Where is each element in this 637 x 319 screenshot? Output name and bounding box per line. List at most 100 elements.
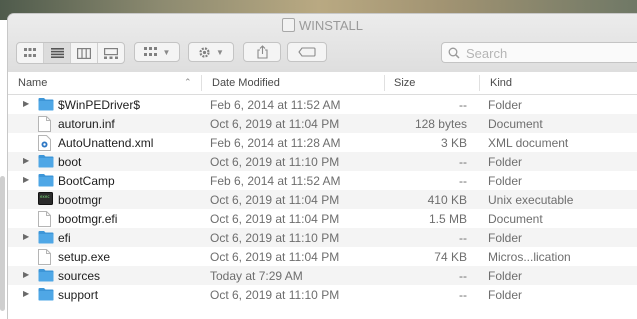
file-row[interactable]: ▶ support Oct 6, 2019 at 11:10 PM -- Folder [8,285,637,304]
gallery-view-button[interactable] [98,43,124,63]
toolbar: WINSTALL ▼ ▼ Search [8,14,637,73]
file-date-modified: Oct 6, 2019 at 11:04 PM [210,117,340,131]
file-row[interactable]: ▶ boot Oct 6, 2019 at 11:10 PM -- Folder [8,152,637,171]
file-size: 128 bytes [414,117,467,131]
tag-button[interactable] [287,42,327,62]
file-size: 1.5 MB [428,212,467,226]
disclosure-triangle-icon[interactable]: ▶ [23,270,29,279]
file-name: BootCamp [58,174,115,188]
file-row[interactable]: bootmgr.efi Oct 6, 2019 at 11:04 PM 1.5 MB… [8,209,637,228]
folder-icon [38,287,54,304]
search-icon [448,47,460,59]
file-name: boot [58,155,82,169]
file-kind: Folder [488,269,523,283]
disclosure-triangle-icon[interactable]: ▶ [23,99,29,108]
group-by-button[interactable]: ▼ [134,42,180,62]
column-name-header[interactable]: Name [18,77,47,89]
search-placeholder: Search [466,46,508,61]
file-size: 74 KB [434,250,467,264]
file-kind: Folder [488,231,523,245]
column-view-icon [77,47,91,59]
disclosure-triangle-icon[interactable]: ▶ [23,156,29,165]
file-name: sources [58,269,101,283]
file-kind: XML document [488,136,569,150]
file-name: efi [58,231,71,245]
group-by-icon [143,46,157,56]
file-date-modified: Feb 6, 2014 at 11:52 AM [210,174,341,188]
file-date-modified: Today at 7:29 AM [210,269,303,283]
svg-text:exec: exec [40,194,50,199]
gear-icon [199,46,210,58]
column-divider[interactable] [384,75,385,91]
file-name: $WinPEDriver$ [58,98,141,112]
sort-ascending-icon: ⌃ [184,77,192,87]
file-row[interactable]: autorun.inf Oct 6, 2019 at 11:04 PM 128 by… [8,114,637,133]
file-kind: Folder [488,155,523,169]
tag-icon [298,47,316,57]
folder-icon [38,154,54,171]
file-row[interactable]: setup.exe Oct 6, 2019 at 11:04 PM 74 KB Mic… [8,247,637,266]
file-size: -- [459,288,467,302]
column-size-header[interactable]: Size [394,77,415,89]
column-date-header[interactable]: Date Modified [212,77,280,89]
folder-icon [38,173,54,190]
file-kind: Folder [488,288,523,302]
column-divider[interactable] [479,75,480,91]
file-date-modified: Oct 6, 2019 at 11:04 PM [210,193,340,207]
file-date-modified: Feb 6, 2014 at 11:52 AM [210,98,341,112]
column-header: Name ⌃ Date Modified Size Kind [8,72,637,95]
file-date-modified: Oct 6, 2019 at 11:04 PM [210,250,340,264]
file-kind: Document [488,212,543,226]
chevron-down-icon: ▼ [162,47,171,57]
file-kind: Folder [488,98,523,112]
scrollbar[interactable] [0,176,5,311]
file-row[interactable]: ▶ BootCamp Feb 6, 2014 at 11:52 AM -- Folder [8,171,637,190]
folder-icon [38,230,54,247]
chevron-down-icon: ▼ [216,47,224,57]
file-kind: Document [488,117,543,131]
finder-window: WINSTALL ▼ ▼ Search Name ⌃ Date Modified… [8,14,637,319]
file-list: ▶ $WinPEDriver$ Feb 6, 2014 at 11:52 AM -- F… [8,95,637,304]
terminal-executable-icon: exec [38,192,53,208]
column-kind-header[interactable]: Kind [490,77,512,89]
gallery-view-icon [104,47,118,59]
folder-icon [38,97,54,114]
file-date-modified: Oct 6, 2019 at 11:10 PM [210,155,340,169]
file-name: bootmgr.efi [58,212,118,226]
column-view-button[interactable] [71,43,98,63]
file-name: support [58,288,99,302]
icon-view-button[interactable] [17,43,44,63]
file-row[interactable]: AutoUnattend.xml Feb 6, 2014 at 11:28 AM 3… [8,133,637,152]
file-size: 3 KB [440,136,467,150]
file-name: bootmgr [58,193,103,207]
file-kind: Unix executable [488,193,574,207]
file-size: -- [459,231,467,245]
file-kind: Micros...lication [488,250,571,264]
file-row[interactable]: ▶ efi Oct 6, 2019 at 11:10 PM -- Folder [8,228,637,247]
file-date-modified: Oct 6, 2019 at 11:10 PM [210,288,340,302]
disclosure-triangle-icon[interactable]: ▶ [23,175,29,184]
icon-view-icon [24,48,36,57]
window-title-text: WINSTALL [298,18,364,33]
search-field[interactable]: Search [441,42,637,63]
folder-icon [38,268,54,285]
view-mode-control [16,42,125,64]
share-button[interactable] [243,42,281,62]
file-size: -- [459,155,467,169]
file-date-modified: Oct 6, 2019 at 11:10 PM [210,231,340,245]
file-date-modified: Feb 6, 2014 at 11:28 AM [210,136,341,150]
window-title: WINSTALL [8,18,637,33]
disclosure-triangle-icon[interactable]: ▶ [23,232,29,241]
action-button[interactable]: ▼ [188,42,234,62]
drive-icon [281,18,295,32]
list-view-icon [50,48,64,58]
list-view-button[interactable] [44,43,71,63]
column-divider[interactable] [201,75,202,91]
file-size: 410 KB [427,193,467,207]
disclosure-triangle-icon[interactable]: ▶ [23,289,29,298]
file-date-modified: Oct 6, 2019 at 11:04 PM [210,212,340,226]
file-name: autorun.inf [58,117,115,131]
file-row[interactable]: ▶ $WinPEDriver$ Feb 6, 2014 at 11:52 AM -- F… [8,95,637,114]
file-row[interactable]: exec bootmgr Oct 6, 2019 at 11:04 PM 410 KB… [8,190,637,209]
file-row[interactable]: ▶ sources Today at 7:29 AM -- Folder [8,266,637,285]
